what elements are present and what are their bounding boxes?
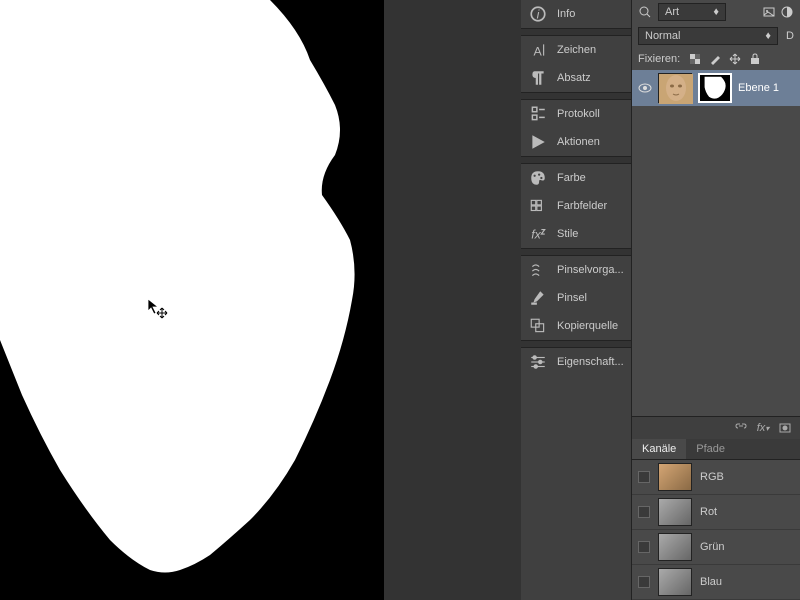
panel-label: Kopierquelle: [557, 320, 618, 332]
channel-row-green[interactable]: Grün: [632, 530, 800, 565]
panel-color[interactable]: Farbe: [521, 164, 631, 192]
canvas[interactable]: [0, 0, 384, 600]
channel-vis[interactable]: [638, 576, 650, 588]
palette-icon: [529, 170, 547, 186]
swatches-icon: [529, 198, 547, 214]
mask-shape: [0, 0, 384, 600]
character-icon: A: [529, 42, 547, 58]
history-icon: [529, 106, 547, 122]
tab-paths[interactable]: Pfade: [686, 439, 735, 459]
lock-transparent-icon[interactable]: [688, 52, 702, 66]
channel-name: Rot: [700, 506, 717, 518]
panel-paragraph[interactable]: Absatz: [521, 64, 631, 92]
play-icon: [529, 134, 547, 150]
info-icon: i: [529, 6, 547, 22]
channel-thumb: [658, 463, 692, 491]
panel-info[interactable]: i Info: [521, 0, 631, 28]
panel-label: Farbe: [557, 172, 586, 184]
panel-label: Stile: [557, 228, 578, 240]
channel-row-rgb[interactable]: RGB: [632, 460, 800, 495]
panel-swatches[interactable]: Farbfelder: [521, 192, 631, 220]
panel-label: Protokoll: [557, 108, 600, 120]
panel-label: Absatz: [557, 72, 591, 84]
visibility-icon[interactable]: [638, 81, 652, 95]
layer-row[interactable]: Ebene 1: [632, 70, 800, 106]
filter-image-icon[interactable]: [762, 5, 776, 19]
svg-text:i: i: [537, 8, 541, 22]
mask-footer-icon[interactable]: [778, 421, 792, 435]
filter-value: Art: [665, 6, 679, 18]
clone-icon: [529, 318, 547, 334]
panel-properties[interactable]: Eigenschaft...: [521, 348, 631, 376]
workspace-gap: [384, 0, 521, 600]
panel-label: Info: [557, 8, 575, 20]
filter-dropdown[interactable]: Art ♦: [658, 3, 726, 21]
panel-brush[interactable]: Pinsel: [521, 284, 631, 312]
paragraph-icon: [529, 70, 547, 86]
properties-icon: [529, 354, 547, 370]
panel-actions[interactable]: Aktionen: [521, 128, 631, 156]
channel-row-blue[interactable]: Blau: [632, 565, 800, 600]
layer-name[interactable]: Ebene 1: [738, 82, 794, 94]
channel-thumb: [658, 533, 692, 561]
panel-label: Farbfelder: [557, 200, 607, 212]
panel-history[interactable]: Protokoll: [521, 100, 631, 128]
svg-text:A: A: [534, 45, 543, 59]
lock-all-icon[interactable]: [748, 52, 762, 66]
panel-brush-presets[interactable]: Pinselvorga...: [521, 256, 631, 284]
channels-tabs: Kanäle Pfade: [632, 439, 800, 460]
lock-move-icon[interactable]: [728, 52, 742, 66]
layer-list: Ebene 1: [632, 70, 800, 106]
fx-icon: fx: [529, 226, 547, 242]
channel-thumb: [658, 568, 692, 596]
panel-label: Zeichen: [557, 44, 596, 56]
layer-thumb[interactable]: [658, 73, 692, 103]
fx-footer-icon[interactable]: fx▾: [756, 421, 770, 435]
tab-channels[interactable]: Kanäle: [632, 439, 686, 459]
panel-label: Aktionen: [557, 136, 600, 148]
blend-value: Normal: [645, 30, 680, 42]
lock-label: Fixieren:: [638, 53, 680, 65]
panel-dock: i Info A Zeichen Absatz Protokoll Aktion…: [521, 0, 632, 600]
channel-name: RGB: [700, 471, 724, 483]
channel-thumb: [658, 498, 692, 526]
right-panels: Art ♦ Normal ♦ D Fixieren:: [632, 0, 800, 600]
panel-label: Eigenschaft...: [557, 356, 624, 368]
channel-name: Blau: [700, 576, 722, 588]
channel-row-red[interactable]: Rot: [632, 495, 800, 530]
blend-mode-dropdown[interactable]: Normal ♦: [638, 27, 778, 45]
panel-character[interactable]: A Zeichen: [521, 36, 631, 64]
channel-vis[interactable]: [638, 541, 650, 553]
panel-label: Pinselvorga...: [557, 264, 624, 276]
opacity-label: D: [786, 30, 794, 42]
filter-adjust-icon[interactable]: [780, 5, 794, 19]
layers-footer: fx▾: [632, 416, 800, 439]
brush-icon: [529, 290, 547, 306]
brush-presets-icon: [529, 262, 547, 278]
link-icon[interactable]: [734, 421, 748, 435]
search-icon[interactable]: [638, 5, 652, 19]
channel-vis[interactable]: [638, 471, 650, 483]
channel-name: Grün: [700, 541, 724, 553]
panel-label: Pinsel: [557, 292, 587, 304]
panel-styles[interactable]: fx Stile: [521, 220, 631, 248]
svg-text:fx: fx: [531, 228, 541, 242]
lock-brush-icon[interactable]: [708, 52, 722, 66]
channel-vis[interactable]: [638, 506, 650, 518]
channel-list: RGB Rot Grün Blau: [632, 460, 800, 600]
mask-thumb[interactable]: [698, 73, 732, 103]
panel-clone-source[interactable]: Kopierquelle: [521, 312, 631, 340]
